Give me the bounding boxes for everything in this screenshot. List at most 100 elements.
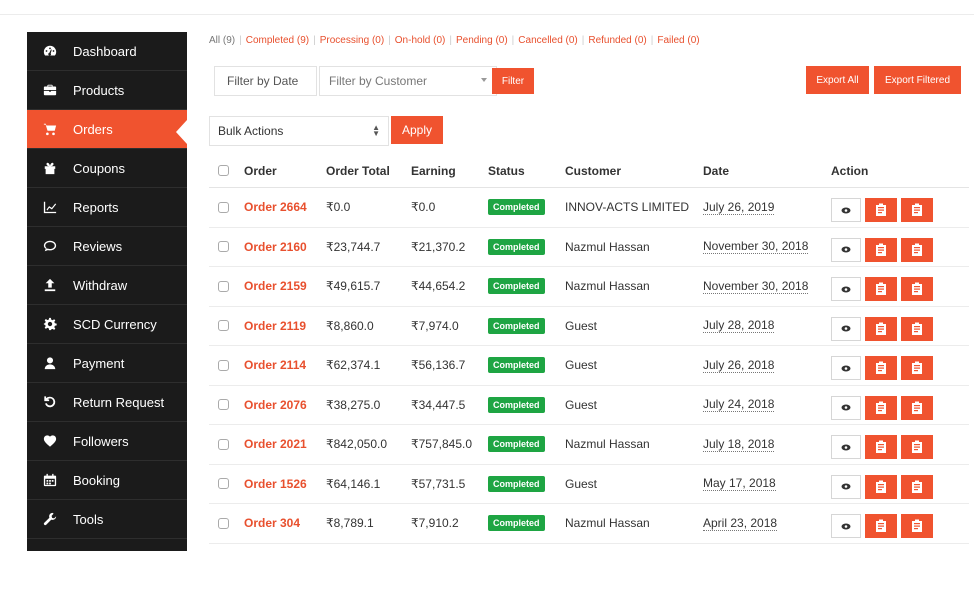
order-link[interactable]: Order 2664 bbox=[244, 200, 307, 214]
packing-slip-button[interactable] bbox=[901, 356, 933, 381]
order-customer: INNOV-ACTS LIMITED bbox=[565, 200, 690, 215]
bulk-actions-select[interactable]: Bulk Actions ▲ ▼ bbox=[209, 116, 389, 146]
sidebar-item-reviews[interactable]: Reviews bbox=[27, 227, 187, 266]
eye-icon bbox=[841, 365, 851, 372]
row-checkbox[interactable] bbox=[218, 517, 229, 529]
sidebar-item-coupons[interactable]: Coupons bbox=[27, 149, 187, 188]
invoice-button[interactable] bbox=[865, 474, 897, 499]
status-badge: Completed bbox=[488, 317, 545, 334]
invoice-icon bbox=[875, 519, 887, 533]
sidebar-item-scd-currency[interactable]: SCD Currency bbox=[27, 305, 187, 344]
order-link[interactable]: Order 2076 bbox=[244, 398, 307, 412]
invoice-button[interactable] bbox=[865, 316, 897, 341]
order-total: ₹49,615.7 bbox=[326, 279, 381, 294]
sidebar-item-products[interactable]: Products bbox=[27, 71, 187, 110]
export-all-button[interactable]: Export All bbox=[806, 66, 869, 94]
status-filter-on-hold[interactable]: On-hold (0) bbox=[395, 35, 446, 46]
view-order-button[interactable] bbox=[831, 356, 861, 381]
bulk-actions-value: Bulk Actions bbox=[218, 124, 284, 138]
view-order-button[interactable] bbox=[831, 198, 861, 223]
apply-button[interactable]: Apply bbox=[391, 116, 443, 144]
row-checkbox[interactable] bbox=[218, 359, 229, 371]
status-filter-failed[interactable]: Failed (0) bbox=[657, 35, 699, 46]
order-link[interactable]: Order 2159 bbox=[244, 279, 307, 293]
filter-button[interactable]: Filter bbox=[492, 68, 534, 94]
packing-slip-button[interactable] bbox=[901, 198, 933, 223]
order-customer: Nazmul Hassan bbox=[565, 239, 650, 254]
eye-icon bbox=[841, 483, 851, 490]
status-filter-processing[interactable]: Processing (0) bbox=[320, 35, 384, 46]
eye-icon bbox=[841, 523, 851, 530]
view-order-button[interactable] bbox=[831, 277, 861, 302]
packing-slip-button[interactable] bbox=[901, 277, 933, 302]
invoice-button[interactable] bbox=[865, 435, 897, 460]
order-customer: Nazmul Hassan bbox=[565, 279, 650, 294]
row-checkbox[interactable] bbox=[218, 280, 229, 292]
packing-slip-button[interactable] bbox=[901, 514, 933, 539]
table-row: Order 2160 ₹23,744.7 ₹21,370.2 Completed Naz… bbox=[209, 228, 969, 267]
status-badge: Completed bbox=[488, 475, 545, 492]
sidebar-item-label: Withdraw bbox=[73, 277, 128, 293]
user-icon bbox=[41, 354, 59, 372]
order-link[interactable]: Order 1526 bbox=[244, 477, 307, 491]
status-filter-cancelled[interactable]: Cancelled (0) bbox=[518, 35, 577, 46]
sidebar-item-reports[interactable]: Reports bbox=[27, 188, 187, 227]
invoice-button[interactable] bbox=[865, 356, 897, 381]
invoice-button[interactable] bbox=[865, 198, 897, 223]
sidebar-item-withdraw[interactable]: Withdraw bbox=[27, 266, 187, 305]
order-link[interactable]: Order 2119 bbox=[244, 319, 306, 333]
view-order-button[interactable] bbox=[831, 514, 861, 539]
sidebar-item-label: Reports bbox=[73, 199, 119, 215]
order-date: May 17, 2018 bbox=[703, 476, 776, 492]
row-checkbox[interactable] bbox=[218, 241, 229, 253]
eye-icon bbox=[841, 207, 851, 214]
sidebar-item-tools[interactable]: Tools bbox=[27, 500, 187, 539]
invoice-icon bbox=[875, 401, 887, 415]
packing-slip-button[interactable] bbox=[901, 316, 933, 341]
order-link[interactable]: Order 304 bbox=[244, 516, 300, 530]
status-separator: | bbox=[650, 34, 654, 46]
select-all-checkbox[interactable] bbox=[218, 165, 229, 176]
packing-slip-button[interactable] bbox=[901, 395, 933, 420]
row-checkbox[interactable] bbox=[218, 399, 229, 411]
packing-slip-button[interactable] bbox=[901, 237, 933, 262]
invoice-button[interactable] bbox=[865, 514, 897, 539]
sidebar-item-label: Orders bbox=[73, 121, 113, 137]
sidebar-item-return-request[interactable]: Return Request bbox=[27, 383, 187, 422]
sidebar-item-dashboard[interactable]: Dashboard bbox=[27, 32, 187, 71]
order-link[interactable]: Order 2160 bbox=[244, 240, 307, 254]
row-checkbox[interactable] bbox=[218, 201, 229, 213]
status-filter-completed[interactable]: Completed (9) bbox=[246, 35, 309, 46]
view-order-button[interactable] bbox=[831, 474, 861, 499]
table-row: Order 2119 ₹8,860.0 ₹7,974.0 Completed Guest… bbox=[209, 307, 969, 346]
date-filter-input[interactable]: Filter by Date bbox=[214, 66, 317, 96]
invoice-button[interactable] bbox=[865, 237, 897, 262]
customer-filter-select[interactable]: Filter by Customer bbox=[319, 66, 497, 96]
row-checkbox[interactable] bbox=[218, 438, 229, 450]
sidebar-item-followers[interactable]: Followers bbox=[27, 422, 187, 461]
invoice-button[interactable] bbox=[865, 395, 897, 420]
status-filter-refunded[interactable]: Refunded (0) bbox=[588, 35, 646, 46]
sidebar-item-payment[interactable]: Payment bbox=[27, 344, 187, 383]
packing-slip-button[interactable] bbox=[901, 474, 933, 499]
view-order-button[interactable] bbox=[831, 435, 861, 460]
status-filter-all[interactable]: All (9) bbox=[209, 35, 235, 46]
status-filter-pending[interactable]: Pending (0) bbox=[456, 35, 508, 46]
export-filtered-button[interactable]: Export Filtered bbox=[874, 66, 961, 94]
calendar-icon bbox=[41, 471, 59, 489]
row-checkbox[interactable] bbox=[218, 478, 229, 490]
view-order-button[interactable] bbox=[831, 237, 861, 262]
invoice-icon bbox=[875, 361, 887, 375]
sidebar-item-booking[interactable]: Booking bbox=[27, 461, 187, 500]
view-order-button[interactable] bbox=[831, 316, 861, 341]
view-order-button[interactable] bbox=[831, 395, 861, 420]
packing-slip-button[interactable] bbox=[901, 435, 933, 460]
filter-bar: Filter by Date Filter by Customer Filter… bbox=[209, 66, 969, 96]
upload-icon bbox=[41, 276, 59, 294]
order-link[interactable]: Order 2114 bbox=[244, 358, 306, 372]
order-total: ₹62,374.1 bbox=[326, 358, 381, 373]
sidebar-item-orders[interactable]: Orders bbox=[27, 110, 187, 149]
order-link[interactable]: Order 2021 bbox=[244, 437, 307, 451]
row-checkbox[interactable] bbox=[218, 320, 229, 332]
invoice-button[interactable] bbox=[865, 277, 897, 302]
